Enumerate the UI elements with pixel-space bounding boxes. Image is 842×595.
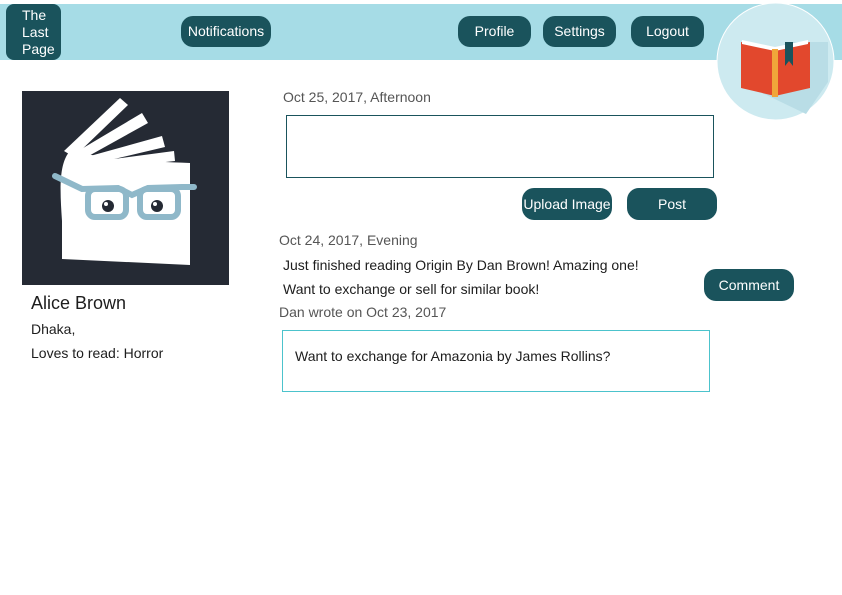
user-avatar — [22, 91, 229, 285]
profile-location: Dhaka, — [31, 321, 76, 337]
logout-button[interactable]: Logout — [631, 16, 704, 47]
post-text-input[interactable] — [286, 115, 714, 178]
settings-button[interactable]: Settings — [543, 16, 616, 47]
post-timestamp: Oct 24, 2017, Evening — [279, 232, 418, 248]
comment-header: Dan wrote on Oct 23, 2017 — [279, 304, 447, 320]
post-text-line-1: Just finished reading Origin By Dan Brow… — [283, 257, 639, 273]
logo-line-3: Page — [22, 41, 55, 57]
logo-line-1: The — [22, 7, 47, 23]
upload-image-button[interactable]: Upload Image — [522, 188, 612, 220]
comment-button[interactable]: Comment — [704, 269, 794, 301]
profile-button[interactable]: Profile — [458, 16, 531, 47]
profile-name: Alice Brown — [31, 293, 127, 313]
comment-box: Want to exchange for Amazonia by James R… — [282, 330, 710, 392]
book-logo-icon — [716, 2, 835, 121]
post-button[interactable]: Post — [627, 188, 717, 220]
profile-favorite-genre: Loves to read: Horror — [31, 345, 164, 361]
book-with-glasses-icon — [52, 98, 197, 265]
comment-text: Want to exchange for Amazonia by James R… — [295, 348, 611, 364]
post-text-line-2: Want to exchange or sell for similar boo… — [283, 281, 540, 297]
composer-timestamp: Oct 25, 2017, Afternoon — [283, 89, 431, 105]
notifications-button[interactable]: Notifications — [181, 16, 271, 47]
logo-line-2: Last — [22, 24, 49, 40]
app-logo-home-button[interactable]: The Last Page — [6, 4, 61, 60]
